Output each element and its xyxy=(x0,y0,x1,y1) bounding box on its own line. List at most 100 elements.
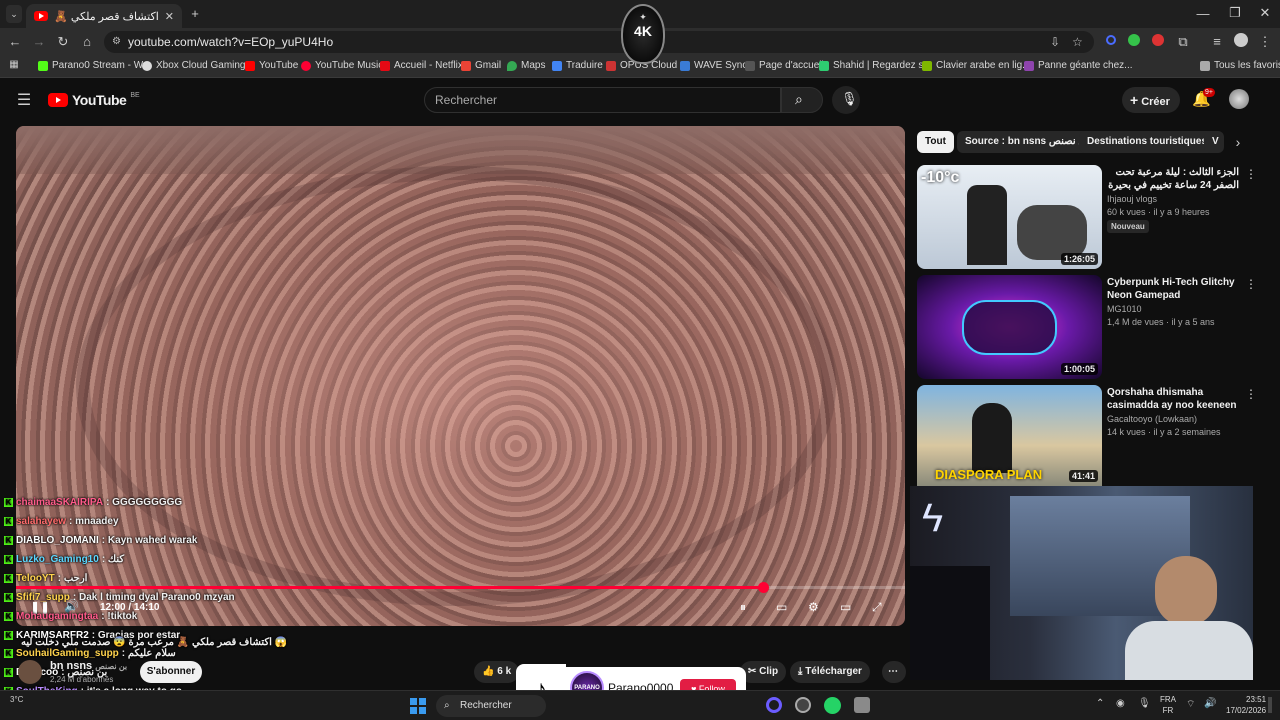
hamburger-menu-icon[interactable]: ☰ xyxy=(16,90,32,110)
rec-more-icon[interactable]: ⋮ xyxy=(1245,167,1257,181)
rec-channel[interactable]: MG1010 xyxy=(1107,303,1247,316)
rec-title[interactable]: الجزء الثالث : ليلة مرعبة تحت الصفر 24 س… xyxy=(1107,166,1239,192)
bookmark-item[interactable]: Gmail xyxy=(461,60,501,71)
whatsapp-icon[interactable] xyxy=(824,697,841,714)
tray-chevron-icon[interactable]: ⌃ xyxy=(1096,698,1104,709)
chat-message: K Mohaugamingtaa: !tiktok xyxy=(4,611,137,622)
volume-tray-icon[interactable]: 🔊 xyxy=(1204,698,1216,709)
progress-scrubber[interactable] xyxy=(758,582,769,593)
taskbar-search[interactable]: ⌕ Rechercher xyxy=(436,695,546,717)
search-input[interactable]: Rechercher xyxy=(424,87,781,113)
subscribe-button[interactable]: S'abonner xyxy=(140,661,202,683)
clock[interactable]: 23:51 17/02/2026 xyxy=(1226,694,1266,716)
taskbar-app-icon[interactable] xyxy=(766,697,782,713)
rec-more-icon[interactable]: ⋮ xyxy=(1245,387,1257,401)
settings-gear-icon[interactable]: ⚙ xyxy=(808,600,819,614)
rec-channel[interactable]: Ihjaouj vlogs xyxy=(1107,193,1247,206)
rec-more-icon[interactable]: ⋮ xyxy=(1245,277,1257,291)
apps-grid-icon[interactable]: ▦ xyxy=(8,59,20,70)
like-button[interactable]: 👍 6 k xyxy=(474,661,520,683)
all-favorites[interactable]: Tous les favoris xyxy=(1200,60,1280,71)
media-icon[interactable]: ≡ xyxy=(1210,34,1224,49)
subtitles-icon[interactable]: ▭ xyxy=(776,600,787,614)
show-desktop-button[interactable] xyxy=(1268,697,1272,713)
chat-message: Ksalahayew: mnaadey xyxy=(4,516,119,527)
chat-message: K DIABLO_JOMANI: Kayn wahed warak xyxy=(4,535,197,546)
site-info-icon[interactable]: ⚙ xyxy=(112,31,121,53)
youtube-logo[interactable]: YouTube BE xyxy=(48,92,140,108)
bookmark-item[interactable]: Maps xyxy=(507,60,545,71)
extension-icon[interactable] xyxy=(1106,35,1116,45)
extension-red-icon[interactable] xyxy=(1152,34,1164,46)
rec-meta: 14 k vues · il y a 2 semaines xyxy=(1107,427,1221,437)
close-window-icon[interactable]: ✕ xyxy=(1258,5,1272,21)
network-icon[interactable]: ⌔ xyxy=(1186,698,1195,711)
clip-button[interactable]: ✂ Clip xyxy=(740,661,787,683)
rec-channel[interactable]: Gacaltooyo (Lowkaan) xyxy=(1107,413,1247,426)
pause-autoplay-icon[interactable]: ⏸ xyxy=(740,600,746,615)
chip-more[interactable]: V xyxy=(1204,131,1224,153)
notification-badge: 9+ xyxy=(1203,88,1215,97)
rec-duration: 1:00:05 xyxy=(1060,363,1098,375)
language-indicator[interactable]: FRA FR xyxy=(1160,694,1176,716)
settings-app-icon[interactable] xyxy=(854,697,870,713)
extension-green-icon[interactable] xyxy=(1128,34,1140,46)
search-button[interactable]: ⌕ xyxy=(781,87,823,113)
weather-widget[interactable]: 3°C xyxy=(10,695,23,704)
taskbar-app-icon[interactable] xyxy=(795,697,811,713)
scissors-icon: ✂ xyxy=(748,666,760,677)
home-icon[interactable]: ⌂ xyxy=(80,34,94,49)
bookmark-item[interactable]: Page d'accueil xyxy=(745,60,824,71)
account-avatar[interactable] xyxy=(1229,89,1249,109)
install-icon[interactable]: ⇩ xyxy=(1050,31,1060,53)
bookmark-item[interactable]: Accueil - Netflix xyxy=(380,60,463,71)
tray-mic-icon[interactable]: 🎙 xyxy=(1138,698,1151,709)
forward-icon[interactable]: → xyxy=(32,34,46,49)
bookmark-item[interactable]: Clavier arabe en lig... xyxy=(922,60,1031,71)
rec-title[interactable]: Qorshaha dhismaha casimadda ay noo keene… xyxy=(1107,386,1239,412)
bookmark-item[interactable]: Traduire xyxy=(552,60,603,71)
bookmark-item[interactable]: YouTube xyxy=(245,60,298,71)
tray-app-icon[interactable]: ◉ xyxy=(1116,698,1125,709)
chip-source[interactable]: Source : bn nsns بن نصنص xyxy=(957,131,1097,153)
tab-list-icon[interactable]: ⌄ xyxy=(6,5,22,23)
restore-icon[interactable]: ❐ xyxy=(1228,5,1242,21)
rec-title[interactable]: Cyberpunk Hi-Tech Glitchy Neon Gamepad B… xyxy=(1107,276,1239,302)
tab-close-icon[interactable]: ✕ xyxy=(165,10,174,23)
extensions-puzzle-icon[interactable]: ⧉ xyxy=(1176,34,1190,50)
bookmark-item[interactable]: Parano0 Stream - W... xyxy=(38,60,151,71)
thumb-motorcycle xyxy=(1017,205,1087,260)
profile-avatar-icon[interactable] xyxy=(1234,33,1248,47)
new-tab-icon[interactable]: + xyxy=(188,6,202,21)
menu-dots-icon[interactable]: ⋮ xyxy=(1258,34,1272,50)
bookmark-item[interactable]: Panne géante chez... xyxy=(1024,60,1133,71)
chevron-right-icon[interactable]: › xyxy=(1232,134,1244,150)
minimize-icon[interactable]: — xyxy=(1196,6,1210,21)
streamer-webcam: ϟ xyxy=(910,486,1253,680)
bookmark-item[interactable]: Xbox Cloud Gaming... xyxy=(142,60,254,71)
windows-start-icon[interactable] xyxy=(410,698,426,714)
rec-thumbnail[interactable]: 1:00:05 xyxy=(917,275,1102,379)
bookmark-item[interactable]: WAVE Sync xyxy=(680,60,747,71)
video-player[interactable] xyxy=(16,126,905,626)
download-button[interactable]: ⤓ Télécharger xyxy=(790,661,870,683)
create-button[interactable]: + Créer xyxy=(1122,87,1180,113)
bookmark-star-icon[interactable]: ☆ xyxy=(1072,31,1083,53)
rec-thumbnail[interactable]: DIASPORA PLAN 41:41 xyxy=(917,385,1102,486)
theater-mode-icon[interactable]: ▭ xyxy=(840,600,851,614)
url-field[interactable]: ⚙ youtube.com/watch?v=EOp_yuPU4Ho ⇩ ☆ xyxy=(104,31,1094,53)
fullscreen-icon[interactable]: ⤢ xyxy=(872,600,882,615)
rec-thumbnail[interactable]: -10°c 1:26:05 xyxy=(917,165,1102,269)
channel-name[interactable]: bn nsns بن نصنص xyxy=(50,660,127,672)
tab-active[interactable]: اكتشاف قصر ملكي 🧸 (432) 🔊 ✕ xyxy=(26,4,182,28)
back-icon[interactable]: ← xyxy=(8,34,22,49)
bookmark-item[interactable]: YouTube Music xyxy=(301,60,383,71)
chat-text: : Dak l timing dyal Parano0 mzyan xyxy=(72,592,235,603)
bookmark-item[interactable]: Shahid | Regardez s... xyxy=(819,60,932,71)
chip-destinations[interactable]: Destinations touristiques xyxy=(1079,131,1216,153)
voice-search-button[interactable]: 🎙 xyxy=(832,86,860,114)
reload-icon[interactable]: ↻ xyxy=(56,34,70,50)
channel-avatar[interactable] xyxy=(18,660,42,684)
more-actions-icon[interactable]: ⋯ xyxy=(882,661,906,683)
chip-all[interactable]: Tout xyxy=(917,131,954,153)
